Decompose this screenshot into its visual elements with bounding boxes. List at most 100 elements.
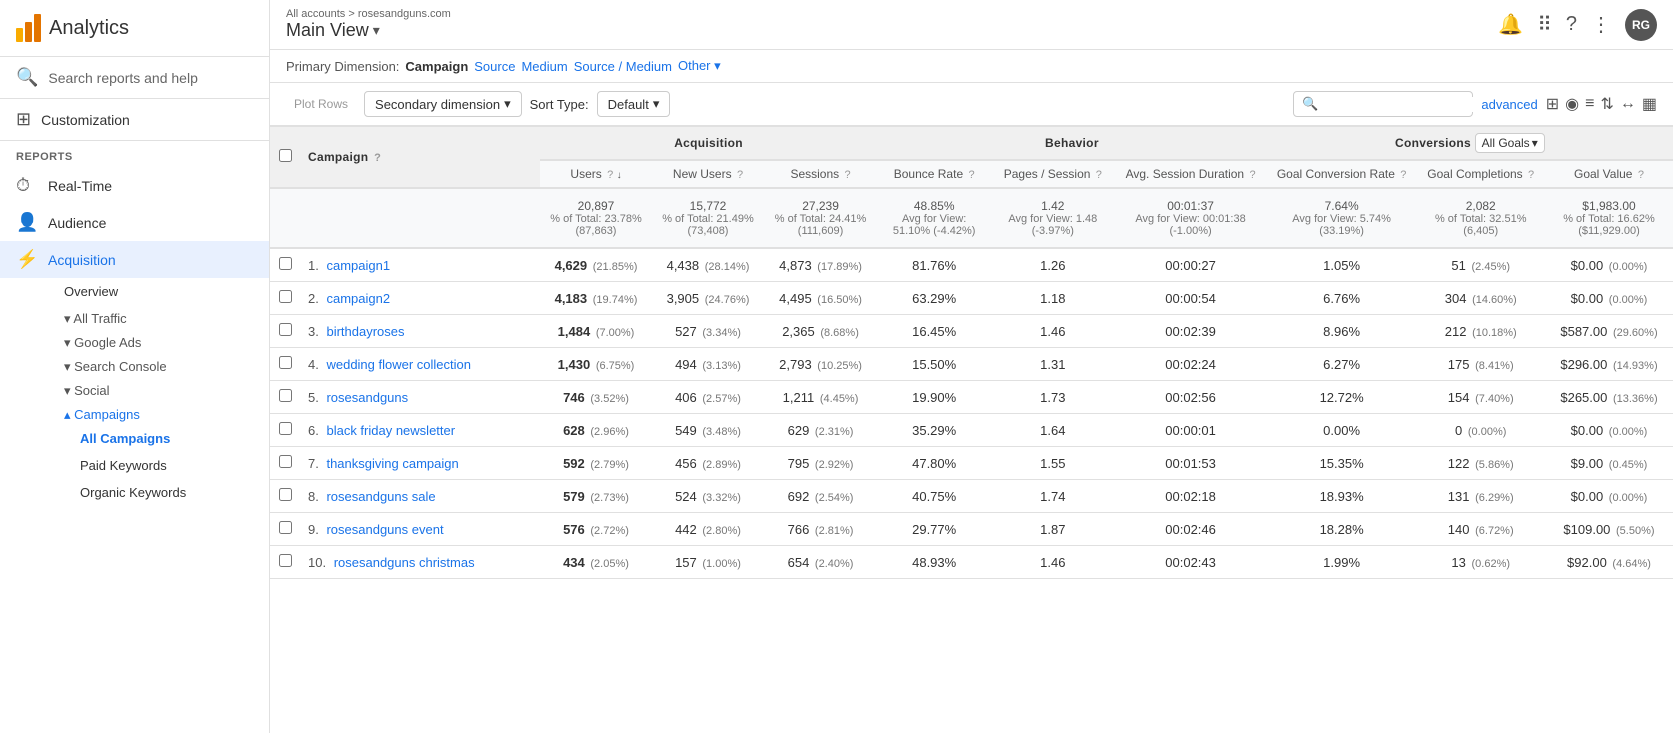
sidebar-item-social[interactable]: ▾ Social [48, 377, 269, 401]
row-checkbox-3[interactable] [279, 356, 292, 369]
row-check[interactable] [270, 513, 300, 546]
sidebar-item-acquisition[interactable]: ⚡ Acquisition [0, 241, 269, 278]
campaign-link-7[interactable]: rosesandguns sale [326, 489, 435, 504]
sidebar-item-audience[interactable]: 👤 Audience [0, 204, 269, 241]
pivot-icon[interactable]: ↔ [1620, 95, 1636, 113]
pages-session-help-icon[interactable]: ? [1096, 169, 1102, 181]
totals-gv-value: $1,983.00 [1582, 199, 1635, 213]
row-check[interactable] [270, 248, 300, 282]
row-check[interactable] [270, 546, 300, 579]
top-bar-actions: 🔔 ⠿ ? ⋮ RG [1498, 9, 1657, 41]
search-input[interactable] [1323, 97, 1473, 112]
table-row: 2. campaign2 4,183 (19.74%) 3,905 (24.76… [270, 282, 1673, 315]
sidebar-item-allcampaigns[interactable]: All Campaigns [64, 425, 269, 452]
row-check[interactable] [270, 282, 300, 315]
row-checkbox-6[interactable] [279, 455, 292, 468]
row-sessions-8: 766 (2.81%) [764, 513, 877, 546]
campaign-link-6[interactable]: thanksgiving campaign [326, 456, 458, 471]
row-bounce-rate-3: 15.50% [877, 348, 991, 381]
row-gv-5: $0.00 (0.00%) [1545, 414, 1673, 447]
row-checkbox-0[interactable] [279, 257, 292, 270]
bar-icon[interactable]: ≡ [1585, 95, 1594, 113]
custom-icon[interactable]: ▦ [1642, 94, 1657, 114]
advanced-link[interactable]: advanced [1481, 97, 1537, 112]
row-checkbox-5[interactable] [279, 422, 292, 435]
sidebar-item-paidkeywords[interactable]: Paid Keywords [64, 452, 269, 479]
view-dropdown-arrow[interactable]: ▾ [373, 22, 380, 39]
view-icons: ⊞ ◉ ≡ ⇅ ↔ ▦ [1546, 94, 1657, 114]
help-icon[interactable]: ? [1566, 13, 1577, 36]
row-pages-session-9: 1.46 [991, 546, 1114, 579]
avatar[interactable]: RG [1625, 9, 1657, 41]
new-users-help-icon[interactable]: ? [737, 169, 743, 181]
row-check[interactable] [270, 348, 300, 381]
totals-users-pct: % of Total: 23.78% (87,863) [548, 213, 644, 237]
gcr-help-icon[interactable]: ? [1400, 169, 1406, 181]
apps-icon[interactable]: ⠿ [1537, 12, 1552, 37]
primary-dimension-label: Primary Dimension: [286, 59, 399, 74]
row-check[interactable] [270, 315, 300, 348]
campaign-link-8[interactable]: rosesandguns event [326, 522, 443, 537]
campaign-link-4[interactable]: rosesandguns [326, 390, 408, 405]
users-help-icon[interactable]: ? [607, 169, 613, 181]
campaign-link-2[interactable]: birthdayroses [326, 324, 404, 339]
sidebar-item-organickeywords[interactable]: Organic Keywords [64, 479, 269, 506]
campaign-link-1[interactable]: campaign2 [326, 291, 390, 306]
campaign-help-icon[interactable]: ? [374, 152, 381, 164]
campaign-link-3[interactable]: wedding flower collection [326, 357, 471, 372]
sidebar-item-overview[interactable]: Overview [48, 278, 269, 305]
row-check[interactable] [270, 414, 300, 447]
campaign-link-0[interactable]: campaign1 [326, 258, 390, 273]
table-row: 7. thanksgiving campaign 592 (2.79%) 456… [270, 447, 1673, 480]
sidebar-customization[interactable]: ⊞ Customization [0, 99, 269, 141]
sessions-help-icon[interactable]: ? [844, 169, 850, 181]
row-checkbox-2[interactable] [279, 323, 292, 336]
sidebar-item-searchconsole[interactable]: ▾ Search Console [48, 353, 269, 377]
row-avg-session-4: 00:02:56 [1114, 381, 1266, 414]
goals-dropdown[interactable]: All Goals ▾ [1475, 133, 1545, 153]
campaign-link-9[interactable]: rosesandguns christmas [334, 555, 475, 570]
bell-icon[interactable]: 🔔 [1498, 12, 1523, 37]
sidebar-item-alltraffic[interactable]: ▾ All Traffic [48, 305, 269, 329]
gv-help-icon[interactable]: ? [1638, 169, 1644, 181]
gc-help-icon[interactable]: ? [1528, 169, 1534, 181]
row-checkbox-7[interactable] [279, 488, 292, 501]
th-users: Users ? ↓ [540, 160, 652, 188]
bounce-rate-help-icon[interactable]: ? [968, 169, 974, 181]
secondary-dimension-button[interactable]: Secondary dimension ▾ [364, 91, 522, 117]
users-sort-arrow[interactable]: ↓ [617, 170, 622, 181]
dimension-campaign[interactable]: Campaign [405, 59, 468, 74]
sidebar-item-googleads[interactable]: ▾ Google Ads [48, 329, 269, 353]
compare-icon[interactable]: ⇅ [1600, 94, 1613, 114]
sidebar-search[interactable]: 🔍 Search reports and help [0, 57, 269, 99]
row-checkbox-4[interactable] [279, 389, 292, 402]
row-gcr-7: 18.93% [1267, 480, 1417, 513]
campaign-link-5[interactable]: black friday newsletter [326, 423, 455, 438]
avg-session-help-icon[interactable]: ? [1249, 169, 1255, 181]
row-check[interactable] [270, 381, 300, 414]
row-gcr-9: 1.99% [1267, 546, 1417, 579]
dimension-medium[interactable]: Medium [521, 59, 567, 74]
grid-icon[interactable]: ⊞ [1546, 94, 1559, 114]
row-users-5: 628 (2.96%) [540, 414, 652, 447]
row-checkbox-9[interactable] [279, 554, 292, 567]
row-checkbox-8[interactable] [279, 521, 292, 534]
sort-default-button[interactable]: Default ▾ [597, 91, 671, 117]
row-num-0: 1. [308, 258, 319, 273]
more-icon[interactable]: ⋮ [1591, 12, 1611, 37]
dimension-source[interactable]: Source [474, 59, 515, 74]
row-gc-9: 13 (0.62%) [1416, 546, 1544, 579]
analytics-logo: Analytics [16, 14, 129, 42]
row-check[interactable] [270, 480, 300, 513]
sidebar-item-realtime[interactable]: ⏱ Real-Time [0, 167, 269, 204]
sidebar-item-campaigns[interactable]: ▴ Campaigns [48, 401, 269, 425]
dimension-other[interactable]: Other ▾ [678, 58, 721, 74]
row-check[interactable] [270, 447, 300, 480]
select-all-checkbox[interactable] [279, 149, 292, 162]
row-checkbox-1[interactable] [279, 290, 292, 303]
row-campaign-2: 3. birthdayroses [300, 315, 540, 348]
row-new-users-4: 406 (2.57%) [652, 381, 764, 414]
dimension-source-medium[interactable]: Source / Medium [574, 59, 672, 74]
pie-icon[interactable]: ◉ [1565, 94, 1579, 114]
row-gcr-0: 1.05% [1267, 248, 1417, 282]
